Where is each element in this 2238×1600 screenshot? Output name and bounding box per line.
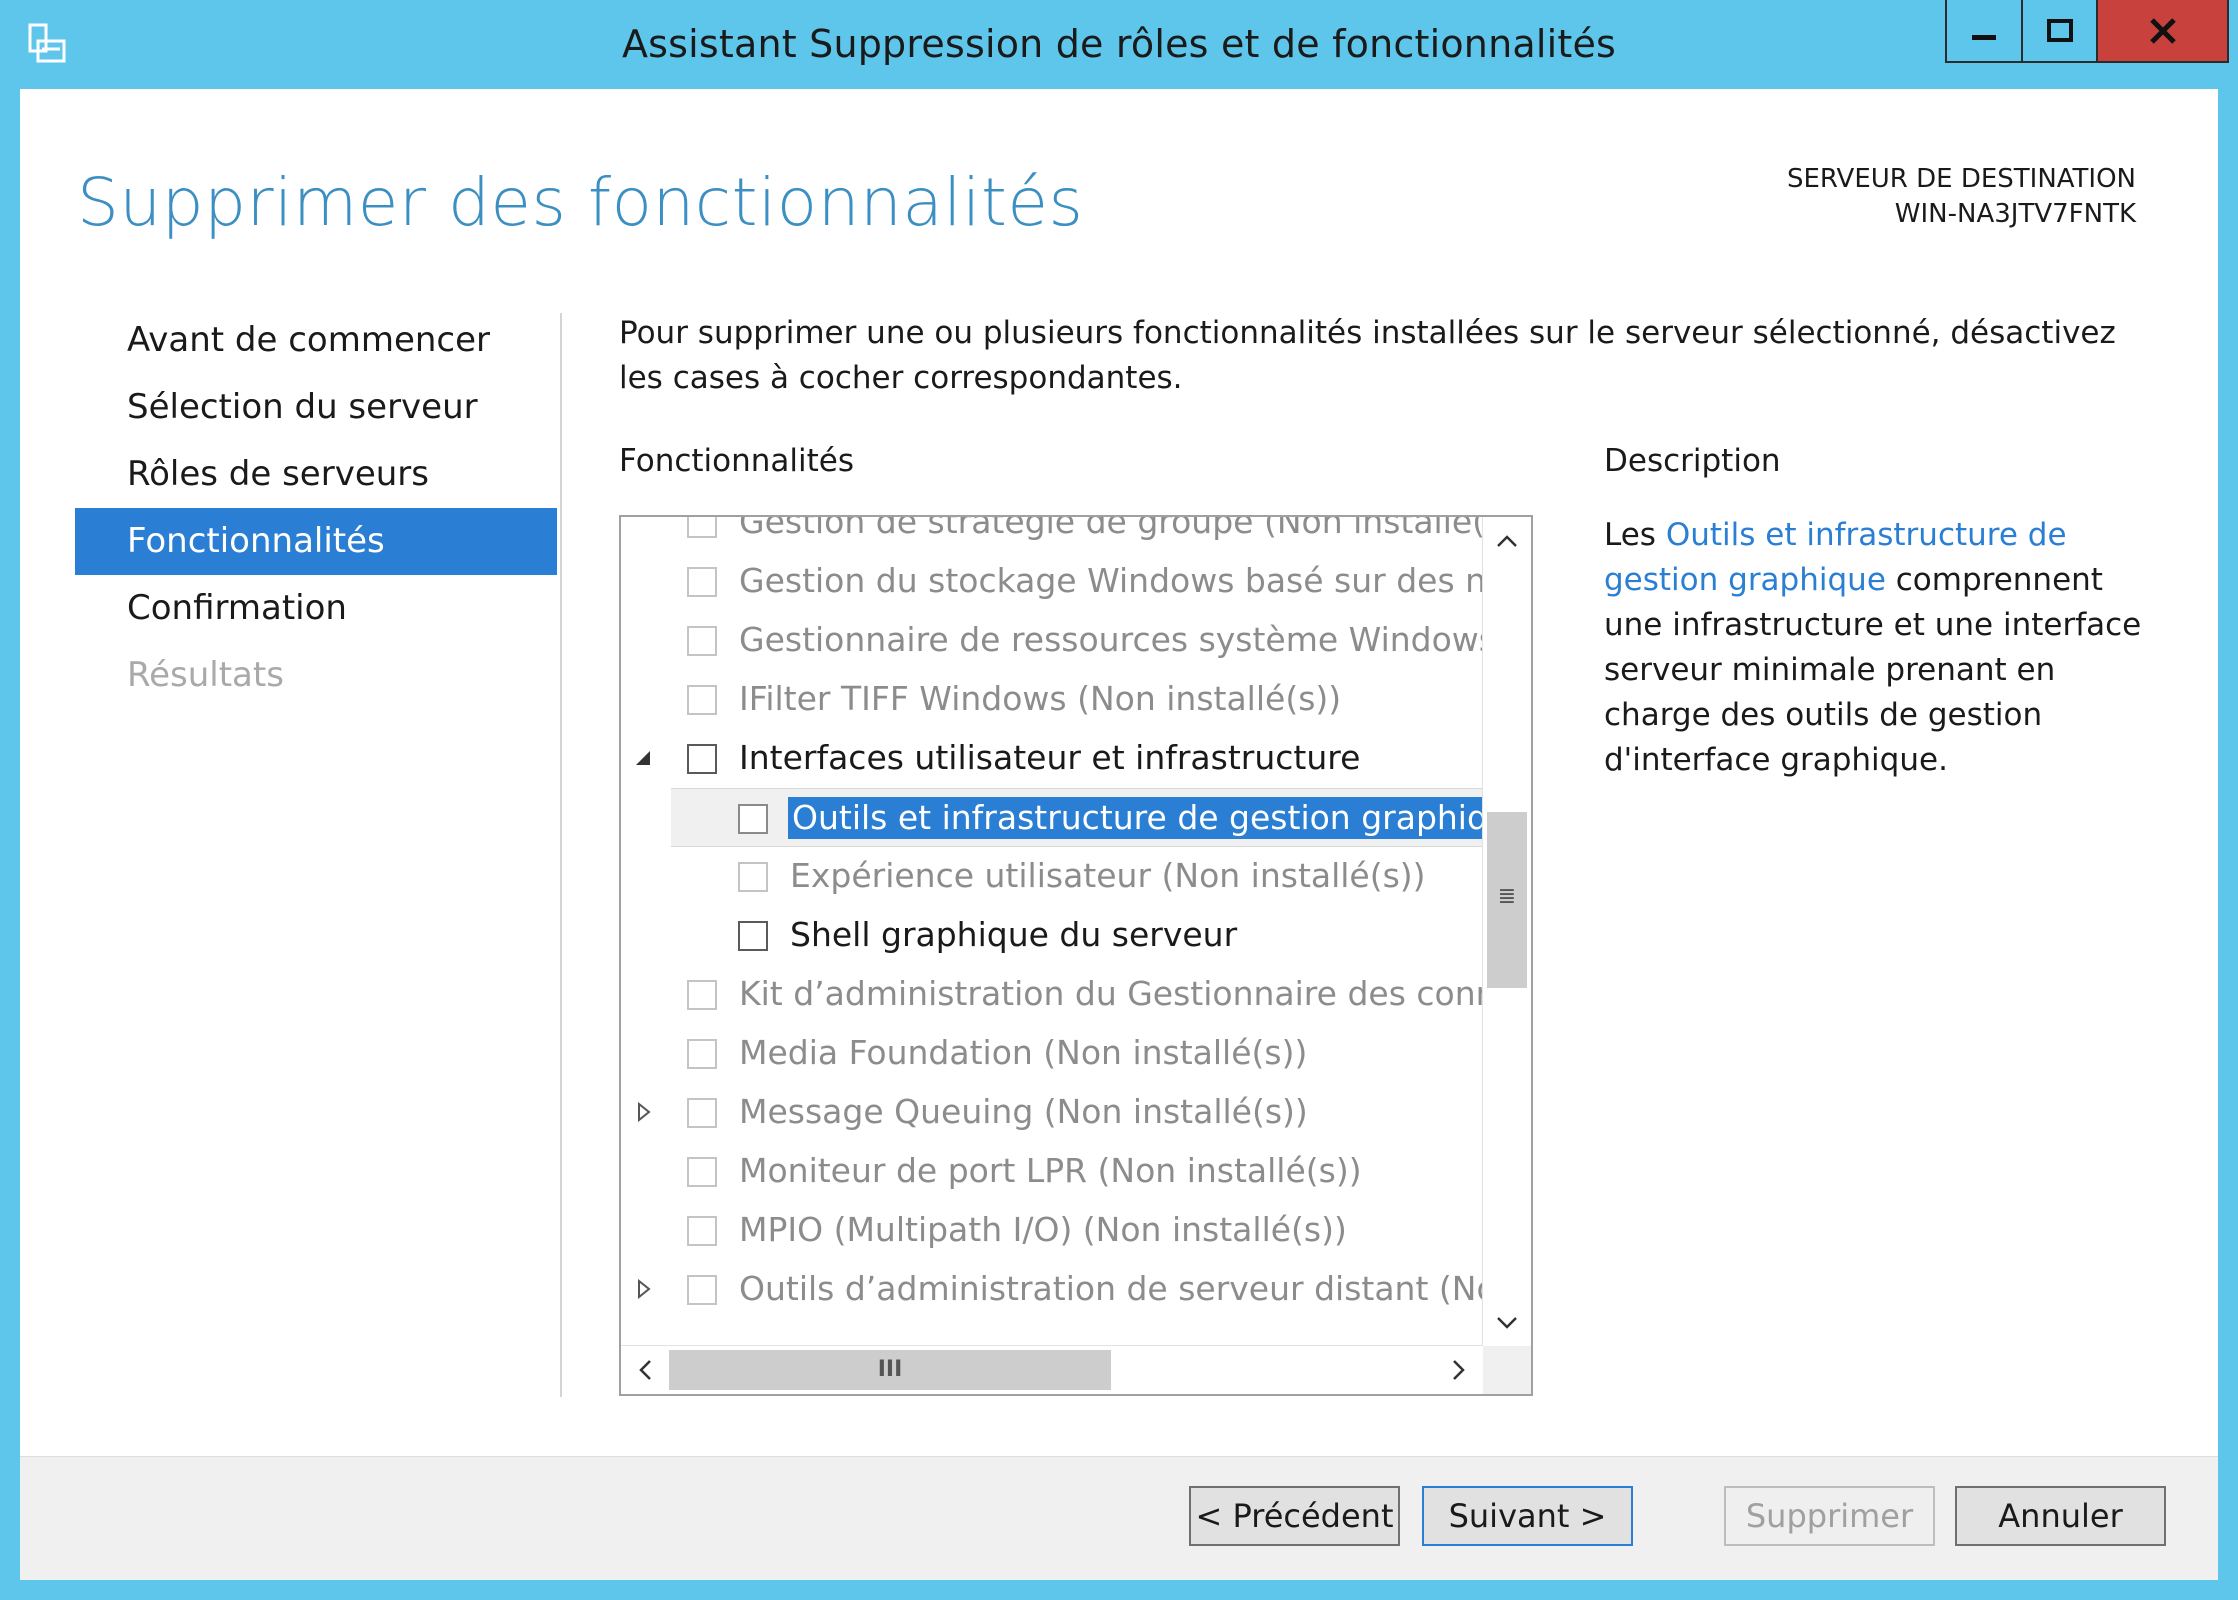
maximize-icon	[2046, 18, 2073, 42]
close-button[interactable]	[2098, 0, 2229, 63]
description-text: Les Outils et infrastructure de gestion …	[1604, 513, 2164, 783]
nav-item-roles-de-serveurs[interactable]: Rôles de serveurs	[75, 441, 557, 508]
feature-checkbox[interactable]	[687, 567, 717, 597]
feature-label: Gestionnaire de ressources système Windo…	[739, 620, 1483, 659]
feature-row[interactable]: IFilter TIFF Windows (Non installé(s))	[621, 670, 1483, 729]
feature-label: Kit d’administration du Gestionnaire des…	[739, 974, 1483, 1013]
feature-checkbox[interactable]	[687, 744, 717, 774]
feature-label: Shell graphique du serveur	[790, 915, 1238, 954]
maximize-button[interactable]	[2023, 0, 2098, 63]
window-title: Assistant Suppression de rôles et de fon…	[621, 22, 1617, 66]
chevron-left-icon[interactable]	[621, 1346, 669, 1394]
chevron-up-icon[interactable]	[1483, 517, 1531, 565]
feature-checkbox[interactable]	[738, 921, 768, 951]
nav-item-avant-de-commencer[interactable]: Avant de commencer	[75, 307, 557, 374]
nav-item-resultats: Résultats	[127, 655, 284, 695]
feature-row[interactable]: Gestion du stockage Windows basé sur des…	[621, 552, 1483, 611]
collapsed-triangle-icon[interactable]	[631, 1100, 655, 1124]
feature-checkbox[interactable]	[687, 1157, 717, 1187]
close-icon	[2149, 17, 2176, 44]
description-prefix: Les	[1604, 517, 1666, 553]
horizontal-scroll-thumb[interactable]: III	[669, 1350, 1111, 1390]
collapsed-triangle-icon[interactable]	[631, 1277, 655, 1301]
vertical-scroll-thumb[interactable]: ≣	[1487, 812, 1527, 988]
horizontal-scrollbar[interactable]: III	[621, 1345, 1483, 1394]
feature-row[interactable]: Kit d’administration du Gestionnaire des…	[621, 965, 1483, 1024]
cancel-button[interactable]: Annuler	[1955, 1486, 2166, 1546]
nav-item-confirmation[interactable]: Confirmation	[75, 575, 557, 642]
expanded-triangle-icon[interactable]	[631, 746, 655, 770]
feature-row[interactable]: Expérience utilisateur (Non installé(s))	[621, 847, 1483, 906]
feature-label: Outils d’administration de serveur dista…	[739, 1269, 1483, 1308]
feature-label: IFilter TIFF Windows (Non installé(s))	[739, 679, 1342, 718]
feature-row[interactable]: Moniteur de port LPR (Non installé(s))	[621, 1142, 1483, 1201]
feature-checkbox[interactable]	[687, 685, 717, 715]
feature-label: MPIO (Multipath I/O) (Non installé(s))	[739, 1210, 1347, 1249]
feature-label: Gestion du stockage Windows basé sur des…	[739, 561, 1483, 600]
vertical-scrollbar[interactable]: ≣	[1482, 517, 1531, 1347]
feature-row[interactable]: Media Foundation (Non installé(s))	[621, 1024, 1483, 1083]
title-bar[interactable]: Assistant Suppression de rôles et de fon…	[0, 0, 2238, 89]
feature-row[interactable]: Outils et infrastructure de gestion grap…	[671, 788, 1483, 847]
feature-checkbox[interactable]	[687, 1216, 717, 1246]
feature-label: Media Foundation (Non installé(s))	[739, 1033, 1308, 1072]
nav-item-fonctionnalites[interactable]: Fonctionnalités	[75, 508, 557, 575]
destination-server-label: SERVEUR DE DESTINATION	[1786, 164, 2136, 194]
feature-row[interactable]: MPIO (Multipath I/O) (Non installé(s))	[621, 1201, 1483, 1260]
minimize-button[interactable]	[1945, 0, 2023, 63]
feature-checkbox[interactable]	[738, 804, 768, 834]
feature-label: Moniteur de port LPR (Non installé(s))	[739, 1151, 1362, 1190]
previous-button[interactable]: < Précédent	[1189, 1486, 1400, 1546]
feature-label: Interfaces utilisateur et infrastructure	[739, 738, 1361, 777]
feature-label: Outils et infrastructure de gestion grap…	[788, 797, 1483, 839]
feature-row[interactable]: Outils d’administration de serveur dista…	[621, 1260, 1483, 1319]
wizard-client-area: Supprimer des fonctionnalités SERVEUR DE…	[20, 89, 2218, 1580]
chevron-right-icon[interactable]	[1435, 1346, 1483, 1394]
grip-icon: III	[877, 1357, 903, 1382]
instruction-text: Pour supprimer une ou plusieurs fonction…	[619, 315, 2116, 396]
feature-row[interactable]: Message Queuing (Non installé(s))	[621, 1083, 1483, 1142]
scroll-corner	[1483, 1346, 1531, 1394]
features-heading: Fonctionnalités	[619, 443, 855, 479]
feature-checkbox[interactable]	[687, 1098, 717, 1128]
description-heading: Description	[1604, 443, 1781, 479]
wizard-nav: Avant de commencer Sélection du serveur Rô…	[75, 307, 557, 709]
grip-icon: ≣	[1497, 884, 1517, 909]
features-tree[interactable]: Gestion de stratégie de groupe (Non inst…	[619, 515, 1533, 1396]
feature-label: Expérience utilisateur (Non installé(s))	[790, 856, 1426, 895]
minimize-icon	[1972, 34, 1996, 40]
feature-checkbox[interactable]	[687, 626, 717, 656]
feature-checkbox[interactable]	[687, 517, 717, 538]
features-tree-rows: Gestion de stratégie de groupe (Non inst…	[621, 517, 1483, 1347]
feature-row[interactable]: Interfaces utilisateur et infrastructure	[621, 729, 1483, 788]
feature-row[interactable]: Shell graphique du serveur	[621, 906, 1483, 965]
feature-label: Message Queuing (Non installé(s))	[739, 1092, 1308, 1131]
chevron-down-icon[interactable]	[1483, 1299, 1531, 1347]
feature-checkbox[interactable]	[687, 1039, 717, 1069]
feature-checkbox[interactable]	[687, 1275, 717, 1305]
next-button[interactable]: Suivant >	[1422, 1486, 1633, 1546]
feature-row[interactable]: Gestionnaire de ressources système Windo…	[621, 611, 1483, 670]
remove-button[interactable]: Supprimer	[1724, 1486, 1935, 1546]
feature-checkbox[interactable]	[738, 862, 768, 892]
feature-row[interactable]: Gestion de stratégie de groupe (Non inst…	[621, 517, 1483, 552]
page-title: Supprimer des fonctionnalités	[77, 164, 1084, 241]
destination-server-name: WIN-NA3JTV7FNTK	[1894, 199, 2136, 229]
nav-divider	[560, 313, 562, 1397]
wizard-footer: < Précédent Suivant > Supprimer Annuler	[20, 1456, 2218, 1580]
feature-checkbox[interactable]	[687, 980, 717, 1010]
feature-label: Gestion de stratégie de groupe (Non inst…	[739, 517, 1483, 541]
nav-item-selection-du-serveur[interactable]: Sélection du serveur	[75, 374, 557, 441]
